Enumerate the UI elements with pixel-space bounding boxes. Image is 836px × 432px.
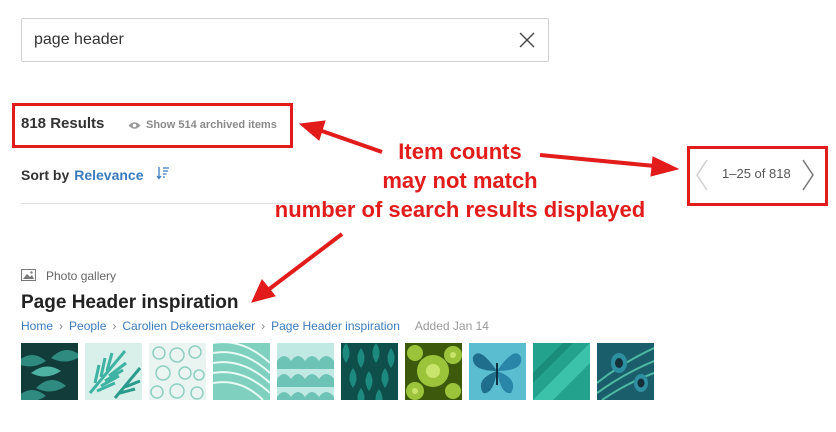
thumbnail[interactable] bbox=[85, 343, 142, 400]
breadcrumb-home[interactable]: Home bbox=[21, 319, 53, 333]
breadcrumb-gallery[interactable]: Page Header inspiration bbox=[271, 319, 400, 333]
result-title-link[interactable]: Page Header inspiration bbox=[21, 292, 239, 314]
thumbnail[interactable] bbox=[533, 343, 590, 400]
breadcrumb-separator: › bbox=[112, 319, 117, 333]
breadcrumb: Home › People › Carolien Dekeersmaeker ›… bbox=[21, 319, 489, 333]
added-date: Added Jan 14 bbox=[414, 319, 489, 333]
thumbnail[interactable] bbox=[213, 343, 270, 400]
thumbnail-strip bbox=[21, 343, 654, 400]
thumbnail[interactable] bbox=[597, 343, 654, 400]
thumbnail[interactable] bbox=[277, 343, 334, 400]
annotation-line-2: may not match bbox=[382, 168, 538, 193]
search-input[interactable] bbox=[34, 19, 504, 61]
breadcrumb-user[interactable]: Carolien Dekeersmaeker bbox=[122, 319, 255, 333]
sort-label: Sort by bbox=[21, 166, 70, 183]
clear-search-icon[interactable] bbox=[518, 31, 536, 49]
annotation-text: Item counts may not match number of sear… bbox=[250, 137, 670, 224]
result-type-label: Photo gallery bbox=[46, 269, 117, 283]
thumbnail[interactable] bbox=[405, 343, 462, 400]
sort-order-icon[interactable] bbox=[156, 166, 170, 183]
thumbnail[interactable] bbox=[21, 343, 78, 400]
thumbnail[interactable] bbox=[149, 343, 206, 400]
sort-dropdown[interactable]: Relevance bbox=[74, 167, 143, 183]
sort-control: Sort by Relevance bbox=[21, 166, 170, 183]
thumbnail[interactable] bbox=[341, 343, 398, 400]
search-box bbox=[21, 18, 549, 62]
breadcrumb-separator: › bbox=[261, 319, 266, 333]
breadcrumb-people[interactable]: People bbox=[69, 319, 106, 333]
image-icon bbox=[21, 268, 36, 286]
annotation-line-1: Item counts bbox=[398, 139, 522, 164]
annotation-line-3: number of search results displayed bbox=[274, 197, 646, 222]
breadcrumb-separator: › bbox=[59, 319, 64, 333]
annotation-box-pager bbox=[687, 146, 828, 206]
thumbnail[interactable] bbox=[469, 343, 526, 400]
